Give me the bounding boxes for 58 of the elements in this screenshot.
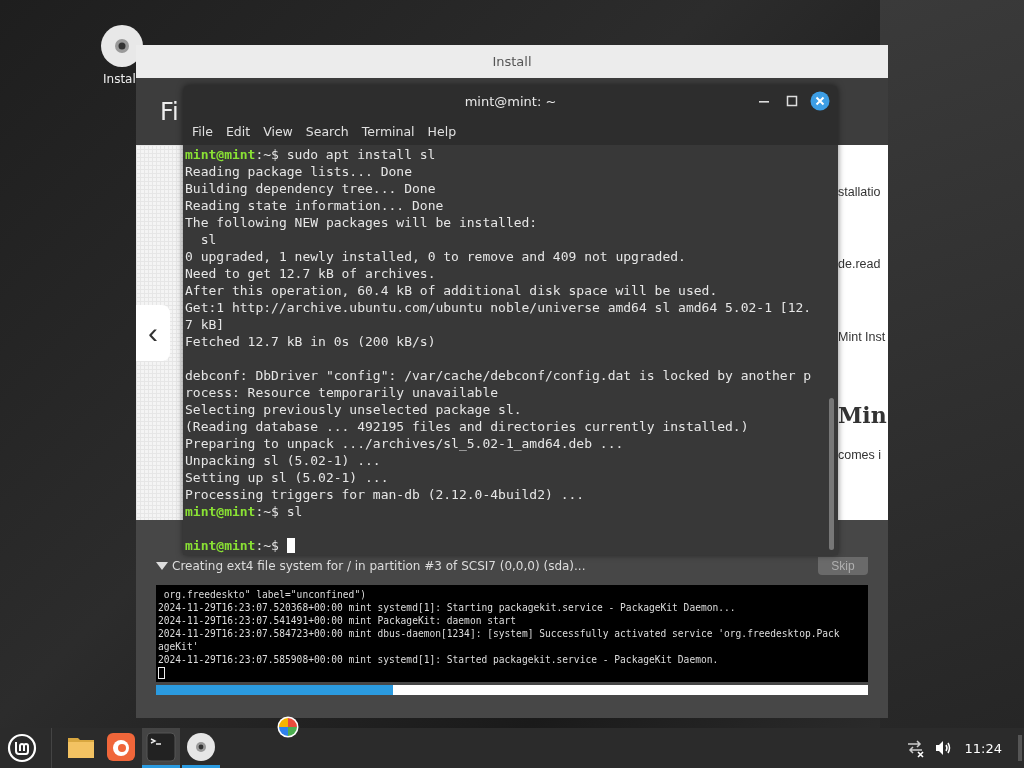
prompt-user: mint@mint [185,538,256,553]
terminal-icon [146,731,176,762]
output-line: rocess: Resource temporarily unavailable [185,384,500,401]
log-line: 2024-11-29T16:23:07.520368+00:00 mint systemd[1]: Starting packagekit.service - PackageKit Daemon... [158,601,737,614]
command-text: sudo apt install sl [286,147,436,162]
prompt-path: :~$ [255,147,279,162]
desktop-icon-label[interactable]: Instal [103,72,136,86]
prompt-path: :~$ [255,504,279,519]
output-line: After this operation, 60.4 kB of additional disk space will be used. [185,282,719,299]
menu-item[interactable]: Terminal [361,124,415,139]
expander-icon[interactable] [156,562,168,570]
close-icon[interactable] [810,91,830,111]
output-line: Unpacking sl (5.02-1) ... [185,452,382,469]
log-line: 2024-11-29T16:23:07.584723+00:00 mint dbus-daemon[1234]: [system] Successfully activated service 'org.freedesktop.Pack [158,627,841,640]
output-line: (Reading database ... 492195 files and directories currently installed.) [185,418,750,435]
menu-item[interactable]: View [263,124,293,139]
output-line: Preparing to unpack .../archives/sl_5.02-1_amd64.deb ... [185,435,625,452]
output-line: Get:1 http://archive.ubuntu.com/ubuntu noble/universe amd64 sl amd64 5.02-1 [12. [185,299,813,316]
output-line: Selecting previously unselected package sl. [185,401,523,418]
command-text: sl [286,504,303,519]
prompt-user: mint@mint [185,147,256,162]
window-title: mint@mint: ~ [464,94,557,109]
output-line: Need to get 12.7 kB of archives. [185,265,437,282]
menu-item[interactable]: Search [305,124,349,139]
output-line: The following NEW packages will be installed: [185,214,539,231]
window-title: Install [492,54,532,69]
slide-text: Mint Inst [838,329,887,346]
clock[interactable]: 11:24 [964,740,1002,756]
output-line: 7 kB] [185,316,226,333]
output-line: Setting up sl (5.02-1) ... [185,469,390,486]
slide-text: comes i [838,447,883,464]
log-line: 2024-11-29T16:23:07.541491+00:00 mint PackageKit: daemon start [158,614,518,627]
menu-item[interactable]: Help [427,124,457,139]
slide-text: de.read [838,257,882,274]
previous-slide-button[interactable]: ‹ [136,304,170,361]
output-line: Fetched 12.7 kB in 0s (200 kB/s) [185,333,437,350]
menu-item[interactable]: File [192,124,213,139]
output-line: Reading state information... Done [185,197,445,214]
disc-icon [186,731,216,762]
output-line: sl [199,231,218,248]
prompt-path: :~$ [255,538,279,553]
slide-heading: Min [838,402,888,431]
output-line: 0 upgraded, 1 newly installed, 0 to remove and 409 not upgraded. [185,248,687,265]
output-line: Reading package lists... Done [185,163,413,180]
menu-icon[interactable] [7,733,37,763]
progress-status-text: Creating ext4 file system for / in partition #3 of SCSI7 (0,0,0) (sda)... [172,559,587,573]
log-line: ageKit' [158,640,200,653]
output-line: Building dependency tree... Done [185,180,437,197]
prompt-user: mint@mint [185,504,256,519]
menu-item[interactable]: Edit [225,124,251,139]
log-line: org.freedeskto" label="unconfined") [162,588,367,601]
slide-text: stallatio [838,185,882,201]
log-line: 2024-11-29T16:23:07.585908+00:00 mint systemd[1]: Started packagekit.service - PackageKit Daemon. [158,653,720,666]
output-line: debconf: DbDriver "config": /var/cache/debconf/config.dat is locked by another p [185,367,813,384]
browser-icon [106,731,136,762]
scrollbar-thumb[interactable] [829,398,834,550]
output-line: Processing triggers for man-db (2.12.0-4build2) ... [185,486,586,503]
page-heading: Fi [160,97,179,126]
